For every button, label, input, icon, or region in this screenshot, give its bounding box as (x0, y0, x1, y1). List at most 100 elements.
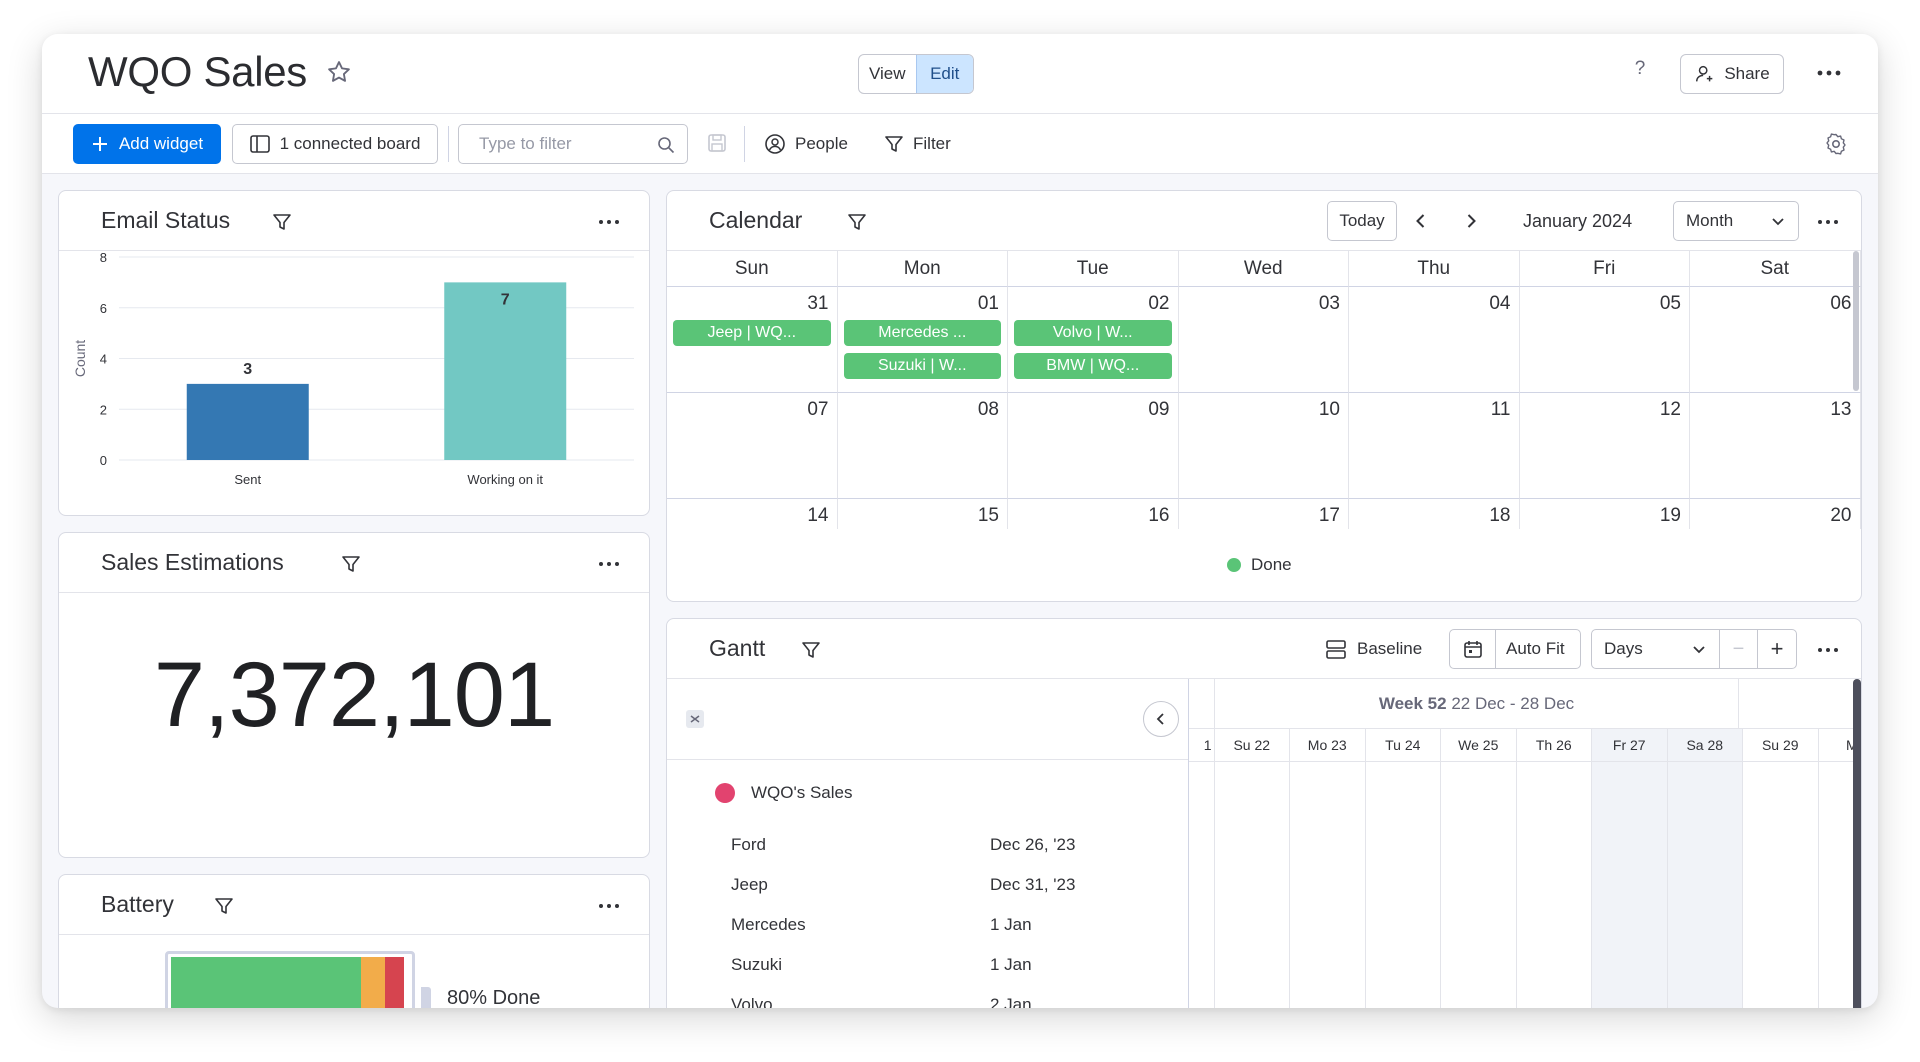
today-button[interactable]: Today (1327, 201, 1397, 241)
calendar-event[interactable]: Mercedes ... (843, 320, 1001, 346)
more-options-icon[interactable] (1814, 58, 1844, 88)
add-widget-button[interactable]: Add widget (73, 124, 221, 164)
calendar-icon (1463, 641, 1482, 658)
calendar-event[interactable]: BMW | WQ... (1014, 353, 1172, 379)
zoom-out-button[interactable]: − (1720, 630, 1758, 668)
people-label: People (795, 134, 848, 153)
gantt-day-column: Mo 23 (1290, 729, 1366, 1008)
calendar-day-cell[interactable]: 11 (1349, 393, 1520, 499)
gantt-day-label: Tu 24 (1365, 729, 1440, 762)
widget-header: Battery (59, 875, 649, 935)
more-options-icon[interactable] (1815, 209, 1841, 235)
bar-working-on-it (444, 282, 567, 460)
gantt-day-label: Su 22 (1214, 729, 1289, 762)
gantt-task-row[interactable]: Mercedes 1 Jan (731, 915, 1171, 935)
gantt-group-header[interactable]: WQO's Sales (715, 783, 853, 803)
more-options-icon[interactable] (596, 209, 622, 235)
more-options-icon[interactable] (596, 551, 622, 577)
calendar-view-select[interactable]: Month (1673, 201, 1799, 241)
gantt-day-label: Su 29 (1743, 729, 1818, 762)
chevron-left-icon[interactable] (1411, 211, 1431, 231)
calendar-event[interactable]: Suzuki | W... (843, 353, 1001, 379)
calendar-day-cell[interactable]: 04 (1349, 287, 1520, 393)
calendar-day-cell[interactable]: 05 (1519, 287, 1690, 393)
calendar-day-cell[interactable]: 07 (667, 393, 838, 499)
calendar-day-cell[interactable]: 20 (1690, 499, 1861, 529)
filter-button[interactable]: Filter (884, 124, 951, 164)
help-icon[interactable]: ? (1628, 58, 1652, 80)
gantt-task-row[interactable]: Suzuki 1 Jan (731, 955, 1171, 975)
day-number: 01 (977, 293, 999, 314)
calendar-day-cell[interactable]: 18 (1349, 499, 1520, 529)
filter-icon[interactable] (847, 212, 867, 232)
calendar-day-cell[interactable]: 14 (667, 499, 838, 529)
share-button[interactable]: Share (1680, 54, 1784, 94)
day-name-sun: Sun (667, 251, 838, 287)
calendar-day-cell[interactable]: 15 (838, 499, 1008, 529)
gantt-scale-select[interactable]: Days (1592, 630, 1720, 668)
baseline-button[interactable]: Baseline (1325, 629, 1422, 669)
calendar-day-cell[interactable]: 12 (1519, 393, 1690, 499)
toolbar-divider (744, 126, 745, 162)
plus-icon (92, 137, 107, 151)
star-icon[interactable] (325, 58, 353, 86)
day-number: 06 (1830, 293, 1852, 314)
collapse-panel-button[interactable] (1143, 701, 1179, 737)
more-options-icon[interactable] (596, 893, 622, 919)
filter-icon[interactable] (272, 212, 292, 232)
calendar-event[interactable]: Jeep | WQ... (673, 320, 831, 346)
add-person-icon (1696, 65, 1713, 82)
zoom-in-button[interactable]: + (1758, 630, 1796, 668)
calendar-day-cell[interactable]: 31 Jeep | WQ... (667, 287, 838, 393)
calendar-day-cell[interactable]: 02 Volvo | W... BMW | WQ... (1008, 287, 1179, 393)
day-name-mon: Mon (837, 251, 1008, 287)
edit-mode-button[interactable]: Edit (915, 55, 973, 93)
gantt-task-row[interactable]: Jeep Dec 31, '23 (731, 875, 1171, 895)
view-mode-button[interactable]: View (859, 55, 916, 93)
people-filter-button[interactable]: People (764, 124, 848, 164)
gantt-widget: Gantt Baseline Auto Fit Days − + WQO's S… (666, 618, 1862, 1008)
calendar-day-cell[interactable]: 06 (1690, 287, 1861, 393)
calendar-event[interactable]: Volvo | W... (1014, 320, 1172, 346)
filter-icon[interactable] (214, 896, 234, 916)
gantt-task-row[interactable]: Ford Dec 26, '23 (731, 835, 1171, 855)
calendar-day-cell[interactable]: 01 Mercedes ... Suzuki | W... (837, 287, 1008, 393)
connected-board-button[interactable]: 1 connected board (232, 124, 438, 164)
email-status-widget: Email Status 0 2 4 6 8 Count 3 Sent 7 Working on … (58, 190, 650, 516)
calendar-day-cell[interactable]: 19 (1520, 499, 1690, 529)
calendar-day-cell[interactable]: 03 (1178, 287, 1349, 393)
board-icon (249, 135, 270, 153)
calendar-day-cell[interactable]: 08 (837, 393, 1008, 499)
calendar-scrollbar[interactable] (1853, 251, 1859, 391)
day-number: 19 (1659, 505, 1681, 526)
filter-label: Filter (913, 134, 951, 153)
gantt-task-list: WQO's Sales Ford Dec 26, '23 Jeep Dec 31, '… (667, 679, 1189, 1008)
calendar-day-cell[interactable]: 10 (1178, 393, 1349, 499)
filter-input[interactable] (458, 124, 688, 164)
chevron-right-icon[interactable] (1461, 211, 1481, 231)
gantt-scrollbar[interactable] (1853, 679, 1861, 1008)
email-status-chart: 0 2 4 6 8 Count 3 Sent 7 Working on it (72, 253, 634, 487)
gantt-timeline: Week 52 22 Dec - 28 Dec 1 Su 22 Mo 23 Tu 24… (1189, 679, 1861, 1008)
gantt-task-row[interactable]: Volvo 2 Jan (731, 995, 1171, 1008)
day-number: 03 (1318, 293, 1340, 314)
calendar-day-cell[interactable]: 13 (1690, 393, 1861, 499)
calendar-day-cell[interactable]: 16 (1008, 499, 1179, 529)
filter-icon[interactable] (341, 554, 361, 574)
auto-fit-button[interactable]: Auto Fit (1449, 629, 1581, 669)
toolbar-divider (448, 126, 449, 162)
more-options-icon[interactable] (1815, 637, 1841, 663)
calendar-day-cell[interactable]: 09 (1008, 393, 1179, 499)
calendar-day-cell[interactable]: 17 (1179, 499, 1349, 529)
gantt-day-column: Th 26 (1516, 729, 1592, 1008)
task-date: 2 Jan (990, 995, 1032, 1008)
group-name: WQO's Sales (751, 783, 853, 802)
battery-segment-working (361, 957, 386, 1008)
settings-icon[interactable] (1824, 132, 1848, 156)
filter-icon[interactable] (801, 640, 821, 660)
gantt-day-column: We 25 (1441, 729, 1517, 1008)
week-range: 22 Dec - 28 Dec (1451, 694, 1575, 713)
save-icon[interactable] (706, 132, 728, 154)
collapse-all-icon[interactable] (685, 709, 705, 729)
widget-header: Sales Estimations (59, 533, 649, 593)
